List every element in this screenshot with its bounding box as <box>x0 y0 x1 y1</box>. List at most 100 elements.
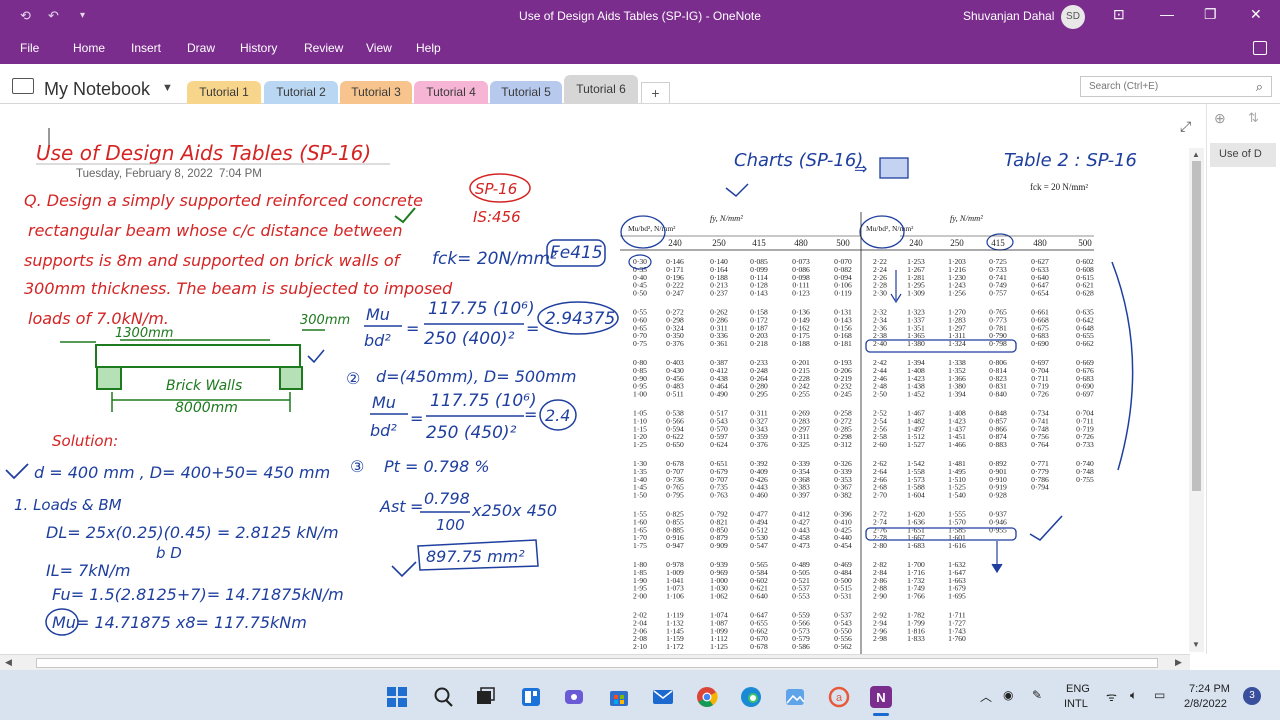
table-cell: 0·726 <box>1031 390 1049 399</box>
ribbon-toggle-icon[interactable] <box>1253 41 1267 55</box>
horizontal-scrollbar[interactable]: ◀ ▶ <box>0 654 1190 670</box>
add-section-button[interactable]: + <box>641 82 670 103</box>
solution-line: Fu= 1.5(2.8125+7)= 14.71875kN/m <box>52 585 344 604</box>
sort-icon[interactable]: ⇅ <box>1248 110 1259 126</box>
table-row-key: 2·60 <box>873 440 887 449</box>
tab-tutorial-1[interactable]: Tutorial 1 <box>187 81 261 104</box>
minimize-icon[interactable]: — <box>1160 6 1174 22</box>
clock-time[interactable]: 7:24 PM <box>1189 683 1230 695</box>
wifi-icon[interactable]: ᯤ <box>1106 688 1117 705</box>
menu-help[interactable]: Help <box>416 41 441 55</box>
store-icon[interactable] <box>608 686 630 708</box>
table-cell: 0·763 <box>710 491 728 500</box>
search-input[interactable]: Search (Ctrl+E) ⌕ <box>1080 76 1272 97</box>
table-cell: 0·650 <box>666 440 684 449</box>
restore-icon[interactable]: ❐ <box>1204 6 1217 23</box>
volume-icon[interactable]: 🔈︎ <box>1130 688 1137 703</box>
solution-line: IL= 7kN/m <box>46 561 131 580</box>
fy-column-header: 250 <box>950 238 964 248</box>
menu-home[interactable]: Home <box>73 41 105 55</box>
table-row-key: 2·10 <box>633 642 647 651</box>
scroll-up-icon[interactable]: ▲ <box>1192 150 1200 159</box>
app-tray-icon[interactable]: ◉ <box>1003 688 1013 702</box>
office-icon[interactable]: a <box>828 686 850 708</box>
right-wall <box>279 366 303 390</box>
photos-icon[interactable] <box>784 686 806 708</box>
table-cell: 0·840 <box>989 390 1007 399</box>
menu-draw[interactable]: Draw <box>187 41 215 55</box>
scroll-thumb[interactable] <box>36 658 1158 668</box>
fy-column-header: 415 <box>752 238 766 248</box>
expand-icon[interactable]: ⤢ <box>1180 118 1191 135</box>
teams-chat-icon[interactable] <box>563 686 585 708</box>
beam-sketch: 1300mm 300mm Brick Walls 8000mm <box>60 313 350 416</box>
pen-icon[interactable]: ✎ <box>1032 688 1042 702</box>
page-title[interactable]: Use of Design Aids Tables (SP-16) <box>36 141 371 165</box>
tab-tutorial-2[interactable]: Tutorial 2 <box>264 81 338 104</box>
search-icon[interactable] <box>432 686 454 708</box>
menu-file[interactable]: File <box>20 41 39 55</box>
clock-date[interactable]: 2/8/2022 <box>1184 698 1227 710</box>
tab-tutorial-5[interactable]: Tutorial 5 <box>490 81 562 104</box>
ribbon-display-icon[interactable]: ⊡ <box>1113 6 1125 23</box>
close-icon[interactable]: ✕ <box>1250 6 1262 23</box>
blue-tick <box>725 183 749 198</box>
tab-tutorial-3[interactable]: Tutorial 3 <box>340 81 412 104</box>
table-cell: 0·119 <box>834 289 852 298</box>
scroll-thumb[interactable] <box>1192 161 1201 491</box>
add-page-icon[interactable]: ⊕ <box>1214 110 1226 127</box>
menu-review[interactable]: Review <box>304 41 343 55</box>
eq1-denominator: 250 (400)² <box>424 329 515 349</box>
table-cell: 0·511 <box>666 390 684 399</box>
table-cell: 0·764 <box>1031 440 1049 449</box>
step-number: ③ <box>350 457 364 476</box>
menu-view[interactable]: View <box>366 41 392 55</box>
scroll-left-icon[interactable]: ◀ <box>5 657 12 668</box>
language-top[interactable]: ENG <box>1066 683 1090 695</box>
table-cell: 0·755 <box>1076 475 1094 484</box>
table-row-key: 0·75 <box>633 339 647 348</box>
mail-icon[interactable] <box>652 686 674 708</box>
tab-tutorial-4[interactable]: Tutorial 4 <box>414 81 488 104</box>
arrow-glyph: ⇒ <box>854 159 867 178</box>
table-cell: 1·106 <box>666 592 684 601</box>
scroll-down-icon[interactable]: ▼ <box>1192 640 1200 649</box>
scroll-right-icon[interactable]: ▶ <box>1175 657 1182 668</box>
notification-badge[interactable]: 3 <box>1243 687 1261 705</box>
table-cell: 0·295 <box>750 390 768 399</box>
chevron-up-icon[interactable]: ︿ <box>980 688 992 705</box>
fy-header-left: fy, N/mm² <box>710 213 743 223</box>
ast-denominator: 100 <box>436 516 465 534</box>
table-cell: 0·624 <box>710 440 728 449</box>
title-bar: ⟲ ↶ ▾ Use of Design Aids Tables (SP-IG) … <box>0 0 1280 34</box>
table-cell: 0·247 <box>666 289 684 298</box>
page-list-item[interactable]: Use of D <box>1210 143 1276 167</box>
menu-history[interactable]: History <box>240 41 277 55</box>
blue-tick <box>391 561 417 578</box>
onenote-icon[interactable]: N <box>870 686 892 708</box>
task-view-icon[interactable] <box>474 686 496 708</box>
notebook-name[interactable]: My Notebook <box>44 79 150 100</box>
table-cell: 1·683 <box>907 541 925 550</box>
chrome-icon[interactable] <box>696 686 718 708</box>
avatar[interactable]: SD <box>1061 5 1085 29</box>
notebook-list-icon[interactable] <box>12 78 34 94</box>
search-icon[interactable]: ⌕ <box>1256 79 1263 95</box>
battery-icon[interactable]: ▭ <box>1154 688 1165 702</box>
fck-note: fck = 20 N/mm² <box>1030 182 1088 192</box>
windows-start-icon[interactable] <box>386 686 408 708</box>
user-name[interactable]: Shuvanjan Dahal <box>963 9 1054 23</box>
edge-icon[interactable] <box>740 686 762 708</box>
table-cell: 0·586 <box>792 642 810 651</box>
widgets-icon[interactable] <box>520 686 542 708</box>
chevron-down-icon[interactable]: ▼ <box>162 82 173 94</box>
tab-tutorial-6[interactable]: Tutorial 6 <box>564 75 638 104</box>
table-cell: 1·172 <box>666 642 684 651</box>
menu-insert[interactable]: Insert <box>131 41 161 55</box>
page-canvas[interactable]: Use of Design Aids Tables (SP-16) Tuesda… <box>0 104 1206 654</box>
blue-tick <box>5 463 29 480</box>
language-bottom[interactable]: INTL <box>1064 698 1088 710</box>
vertical-scrollbar[interactable]: ▲ ▼ <box>1189 148 1204 652</box>
question-line: Q. Design a simply supported reinforced … <box>24 191 423 210</box>
svg-text:N: N <box>876 690 885 705</box>
